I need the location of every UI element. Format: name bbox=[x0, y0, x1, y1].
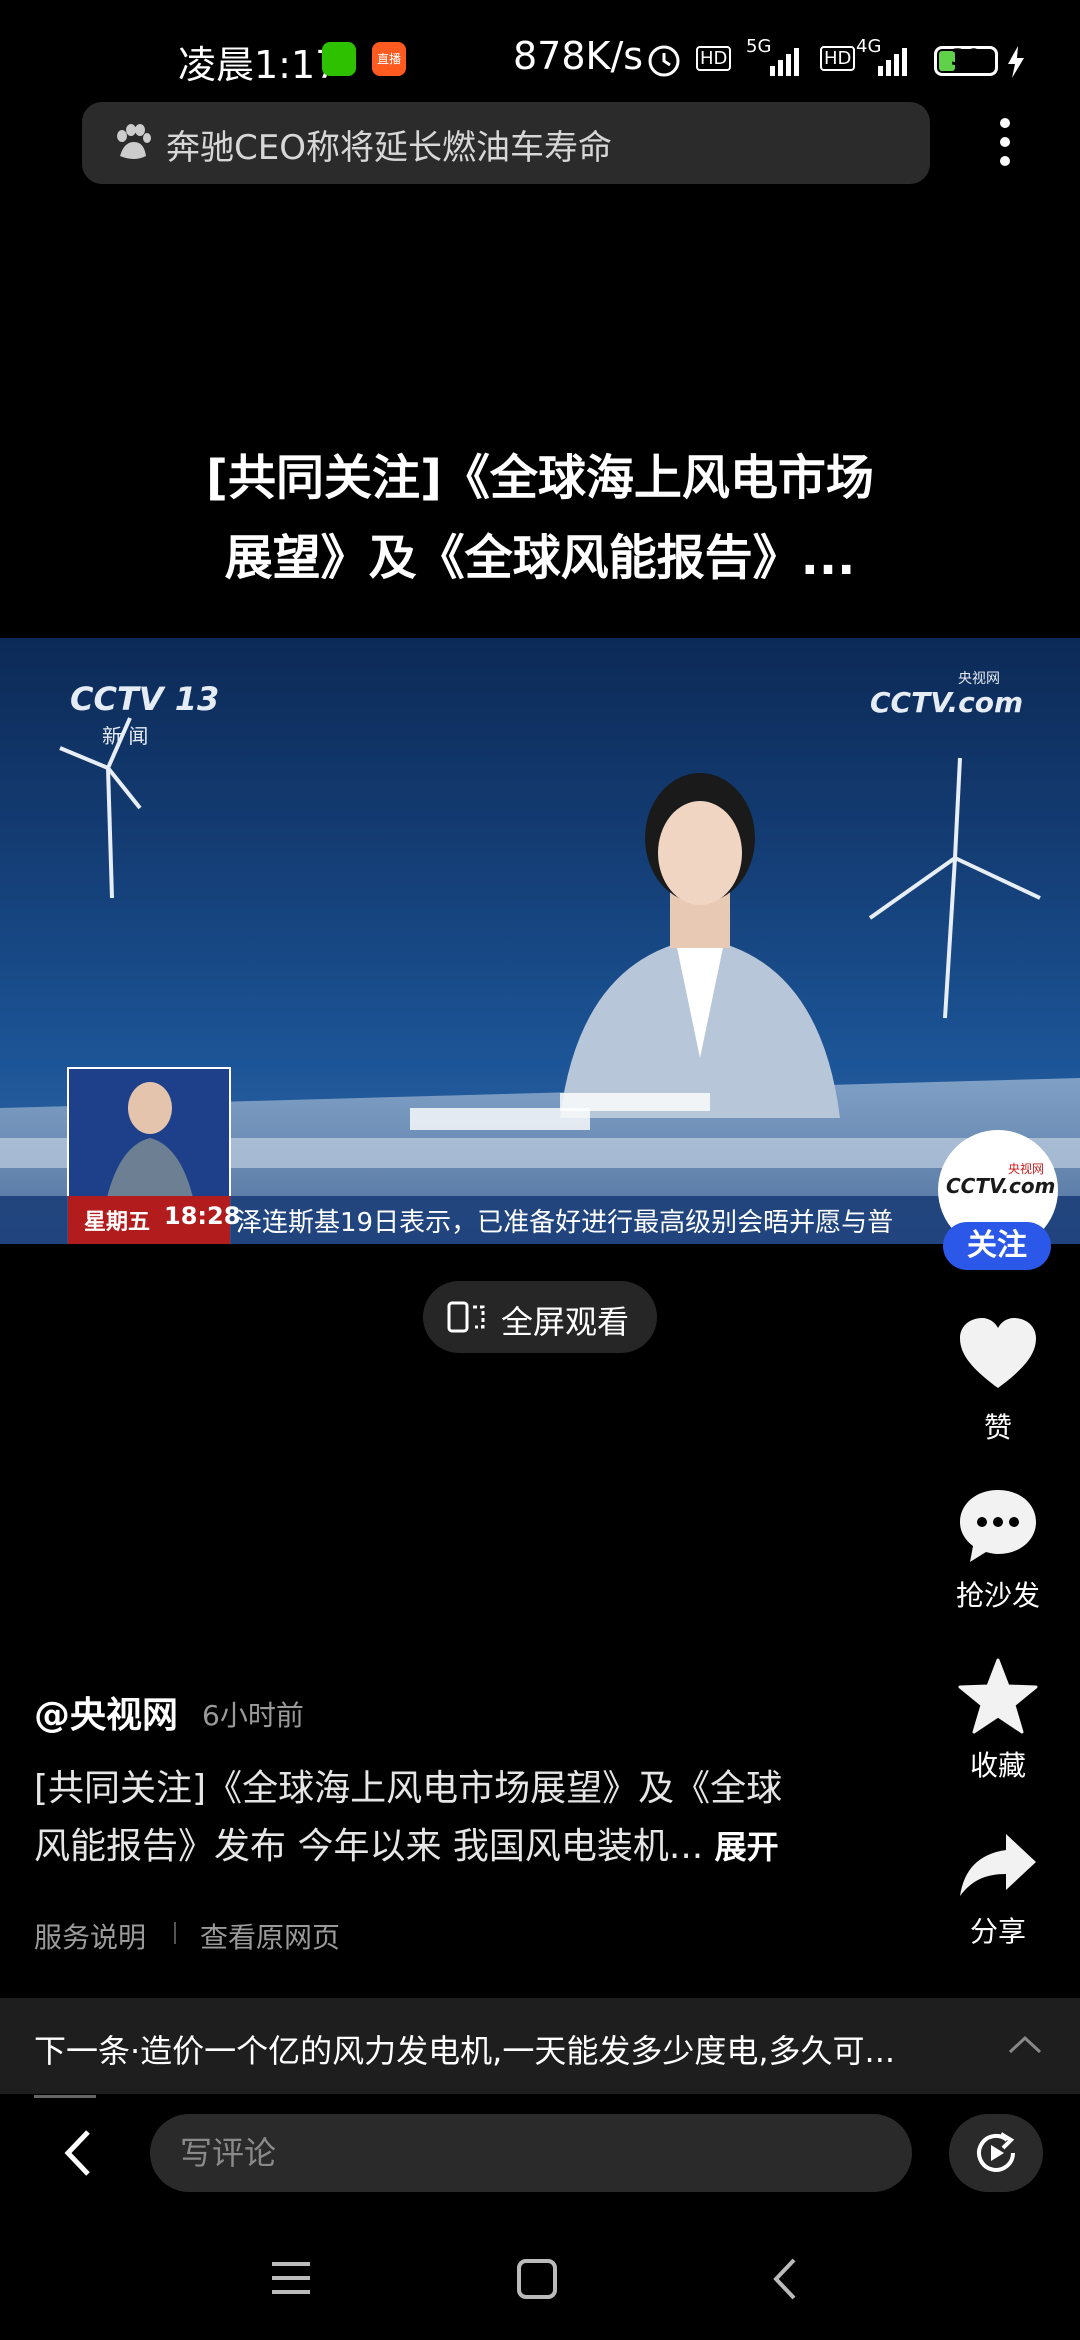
next-video-text: 下一条·造价一个亿的风力发电机,一天能发多少度电,多久可... bbox=[34, 2032, 896, 2070]
search-bar[interactable]: 奔驰CEO称将延长燃油车寿命 bbox=[82, 102, 930, 184]
video-player[interactable]: CCTV 13 新 闻 CCTV.com 央视网 星期五 18:28 泽连斯基1… bbox=[0, 638, 1080, 1244]
cctv-com-watermark: CCTV.com bbox=[870, 686, 1024, 719]
fullscreen-label: 全屏观看 bbox=[501, 1303, 630, 1341]
search-query: 奔驰CEO称将延长燃油车寿命 bbox=[166, 128, 612, 168]
share-arrow-icon bbox=[960, 1834, 1036, 1896]
comment-label: 抢沙发 bbox=[955, 1579, 1040, 1612]
chevron-up-icon[interactable] bbox=[1008, 2034, 1042, 2054]
fullscreen-button[interactable]: 全屏观看 bbox=[423, 1281, 657, 1353]
battery-level: 30 bbox=[950, 46, 982, 71]
like-button[interactable]: 赞 bbox=[928, 1318, 1068, 1448]
desc-line1: [共同关注]《全球海上风电市场展望》及《全球 bbox=[34, 1768, 783, 1809]
hd-icon: HD bbox=[696, 46, 732, 71]
replay-icon bbox=[977, 2132, 1015, 2172]
alarm-icon bbox=[648, 45, 680, 77]
battery-icon: 30 bbox=[934, 46, 998, 76]
more-menu-icon[interactable] bbox=[985, 112, 1025, 172]
like-label: 赞 bbox=[983, 1411, 1012, 1444]
next-video-bar[interactable]: 下一条·造价一个亿的风力发电机,一天能发多少度电,多久可... bbox=[0, 1998, 1080, 2094]
cctv13-logo: CCTV 13 bbox=[70, 680, 220, 718]
favorite-button[interactable]: 收藏 bbox=[928, 1658, 1068, 1788]
post-time: 6小时前 bbox=[202, 1699, 304, 1732]
progress-indicator bbox=[34, 2095, 96, 2098]
comment-button[interactable]: 抢沙发 bbox=[928, 1488, 1068, 1618]
hd-icon-2: HD bbox=[820, 46, 856, 71]
ticker-time: 18:28 bbox=[164, 1202, 241, 1230]
service-note-link[interactable]: 服务说明 bbox=[34, 1916, 146, 1956]
share-button[interactable]: 分享 bbox=[928, 1826, 1068, 1956]
cctv13-sub: 新 闻 bbox=[102, 724, 149, 748]
cctv-com-watermark-sub: 央视网 bbox=[958, 671, 1000, 687]
fullscreen-rotate-icon bbox=[447, 1301, 485, 1333]
ticker-text: 泽连斯基19日表示，已准备好进行最高级别会晤并愿与普 bbox=[236, 1208, 894, 1238]
follow-button[interactable]: 关注 bbox=[943, 1222, 1051, 1270]
star-icon bbox=[958, 1658, 1038, 1734]
desc-line2: 风能报告》发布 今年以来 我国风电装机... bbox=[34, 1826, 704, 1867]
avatar-logo-sub: 央视网 bbox=[1008, 1162, 1045, 1176]
post-description[interactable]: [共同关注]《全球海上风电市场展望》及《全球 风能报告》发布 今年以来 我国风电… bbox=[34, 1760, 874, 1876]
home-icon[interactable] bbox=[516, 2258, 558, 2300]
wechat-icon bbox=[322, 42, 356, 76]
expand-link[interactable]: 展开 bbox=[715, 1828, 779, 1866]
video-title-line1: [共同关注]《全球海上风电市场 bbox=[206, 450, 874, 506]
video-title-line2: 展望》及《全球风能报告》... bbox=[224, 530, 856, 586]
menu-icon[interactable] bbox=[270, 2258, 312, 2298]
divider bbox=[174, 1922, 176, 1944]
status-bar: 凌晨1:17 直播 878K/s HD 5G HD 4G 30 bbox=[0, 0, 1080, 100]
network-speed: 878K/s bbox=[513, 34, 644, 78]
replay-button[interactable] bbox=[949, 2114, 1043, 2192]
author-name[interactable]: @央视网 bbox=[34, 1686, 178, 1738]
avatar-logo: CCTV.com bbox=[946, 1174, 1056, 1198]
charging-icon bbox=[1008, 46, 1024, 78]
share-label: 分享 bbox=[969, 1915, 1026, 1948]
system-nav-bar bbox=[0, 2230, 1080, 2340]
comment-input[interactable] bbox=[150, 2114, 912, 2192]
nav-back-icon[interactable] bbox=[770, 2256, 800, 2302]
signal-icon-2 bbox=[878, 48, 907, 76]
back-arrow-icon[interactable] bbox=[58, 2128, 98, 2178]
favorite-label: 收藏 bbox=[969, 1749, 1026, 1782]
status-time: 凌晨1:17 bbox=[178, 43, 340, 87]
video-frame bbox=[0, 717, 1080, 1244]
ticker-day: 星期五 bbox=[84, 1210, 151, 1235]
baidu-paw-icon bbox=[117, 124, 151, 159]
comment-bubble-icon bbox=[960, 1490, 1036, 1562]
heart-icon bbox=[960, 1318, 1036, 1388]
view-original-link[interactable]: 查看原网页 bbox=[200, 1916, 340, 1956]
live-app-icon: 直播 bbox=[372, 42, 406, 76]
signal-icon bbox=[770, 48, 799, 76]
video-title: [共同关注]《全球海上风电市场 展望》及《全球风能报告》... bbox=[0, 438, 1080, 598]
